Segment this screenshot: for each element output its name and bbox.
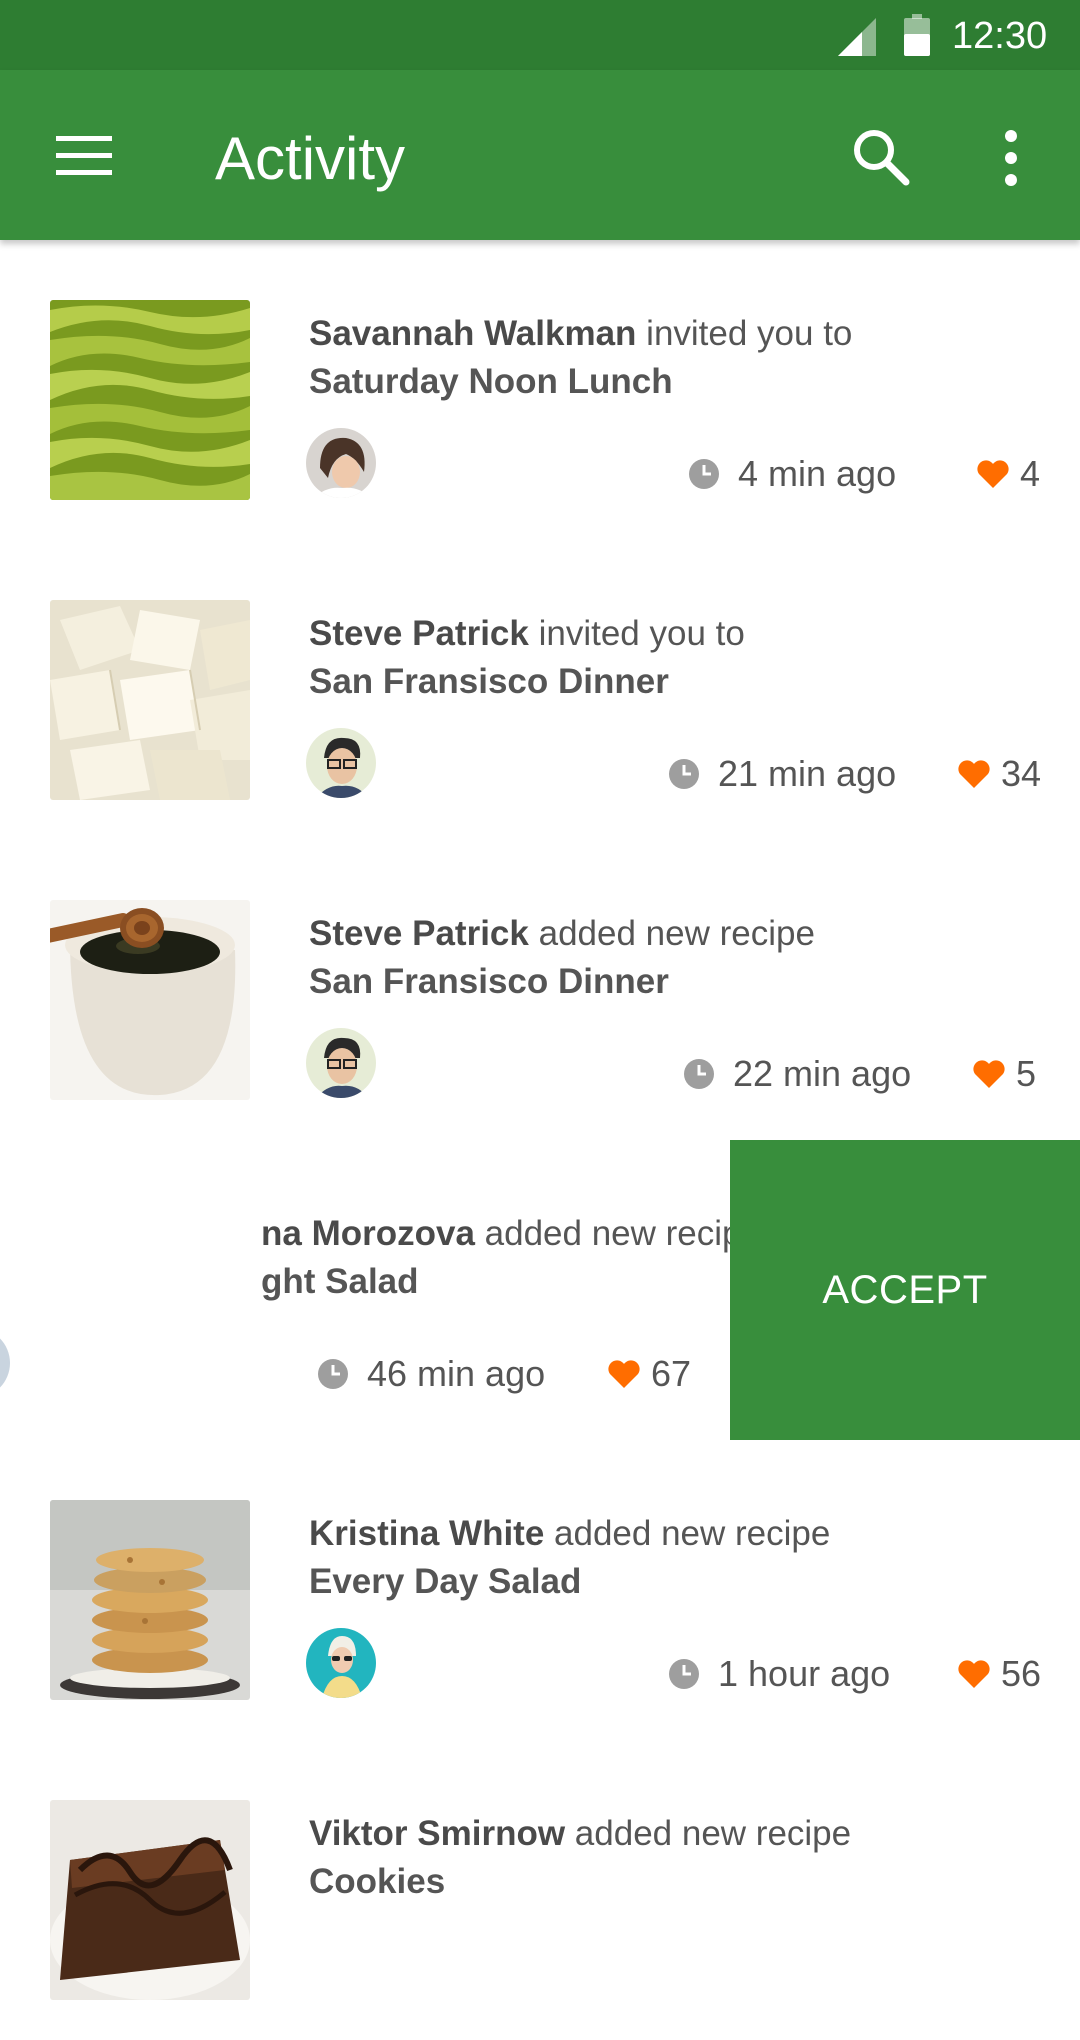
- heart-icon[interactable]: [972, 1059, 1006, 1089]
- time-ago: 1 hour ago: [718, 1653, 891, 1694]
- recipe-thumbnail: [50, 1800, 250, 2000]
- search-icon[interactable]: [852, 128, 910, 186]
- activity-action: added new recipe: [474, 1214, 761, 1253]
- timestamp: 21 min ago: [668, 750, 896, 798]
- user-name[interactable]: Steve Patrick: [309, 914, 529, 953]
- more-vert-icon[interactable]: [994, 128, 1028, 188]
- activity-text: Steve Patrick invited you to: [309, 610, 745, 658]
- user-name[interactable]: Steve Patrick: [309, 614, 529, 653]
- time-ago: 46 min ago: [367, 1353, 546, 1394]
- time-ago: 21 min ago: [718, 753, 897, 794]
- list-item[interactable]: Steve Patrick invited you to San Fransis…: [0, 540, 1080, 842]
- event-title[interactable]: Every Day Salad: [309, 1558, 581, 1606]
- likes[interactable]: 67: [607, 1350, 691, 1398]
- status-bar: 12:30: [0, 0, 1080, 70]
- clock-icon: [669, 759, 699, 789]
- user-name[interactable]: Savannah Walkman: [309, 314, 636, 353]
- recipe-thumbnail: [50, 1500, 250, 1700]
- activity-text: Steve Patrick added new recipe: [309, 910, 815, 958]
- user-name[interactable]: na Morozova: [261, 1214, 475, 1253]
- event-title[interactable]: San Fransisco Dinner: [309, 658, 669, 706]
- likes[interactable]: 34: [957, 750, 1041, 798]
- heart-icon[interactable]: [607, 1359, 641, 1389]
- heart-icon[interactable]: [957, 1659, 991, 1689]
- avatar[interactable]: [0, 1328, 10, 1398]
- status-time: 12:30: [952, 15, 1048, 57]
- like-count: 34: [1001, 753, 1042, 794]
- activity-action: added new recipe: [528, 914, 815, 953]
- avatar[interactable]: [306, 728, 376, 798]
- likes[interactable]: 5: [972, 1050, 1036, 1098]
- like-count: 56: [1001, 1653, 1042, 1694]
- list-item[interactable]: Savannah Walkman invited you to Saturday…: [0, 240, 1080, 542]
- likes[interactable]: 56: [957, 1650, 1041, 1698]
- heart-icon[interactable]: [976, 459, 1010, 489]
- user-name[interactable]: Kristina White: [309, 1514, 544, 1553]
- time-ago: 4 min ago: [738, 453, 897, 494]
- event-title[interactable]: Saturday Noon Lunch: [309, 358, 673, 406]
- time-ago: 22 min ago: [733, 1053, 912, 1094]
- list-item[interactable]: Kristina White added new recipe Every Da…: [0, 1440, 1080, 1742]
- accept-button[interactable]: ACCEPT: [730, 1140, 1080, 1440]
- likes[interactable]: 4: [976, 450, 1040, 498]
- list-item-swiped[interactable]: na Morozova added new recipe ght Salad 4…: [0, 1140, 1080, 1442]
- event-title[interactable]: Cookies: [309, 1858, 445, 1906]
- recipe-thumbnail: [50, 300, 250, 500]
- timestamp: 1 hour ago: [668, 1650, 890, 1698]
- activity-list: Savannah Walkman invited you to Saturday…: [0, 240, 1080, 2040]
- clock-icon: [689, 459, 719, 489]
- event-title[interactable]: ght Salad: [261, 1258, 419, 1306]
- avatar[interactable]: [306, 1028, 376, 1098]
- list-item[interactable]: Steve Patrick added new recipe San Frans…: [0, 840, 1080, 1142]
- clock-icon: [684, 1059, 714, 1089]
- activity-action: added new recipe: [565, 1814, 852, 1853]
- page-title: Activity: [215, 125, 406, 192]
- clock-icon: [669, 1659, 699, 1689]
- activity-text: na Morozova added new recipe: [0, 1210, 761, 1258]
- menu-icon[interactable]: [56, 136, 112, 176]
- activity-text: Savannah Walkman invited you to: [309, 310, 852, 358]
- app-bar: Activity: [0, 70, 1080, 240]
- timestamp: 4 min ago: [688, 450, 896, 498]
- timestamp: 22 min ago: [683, 1050, 911, 1098]
- clock-icon: [318, 1359, 348, 1389]
- avatar[interactable]: [306, 428, 376, 498]
- signal-icon: [838, 18, 876, 56]
- list-item[interactable]: Viktor Smirnow added new recipe Cookies: [0, 1740, 1080, 2040]
- recipe-thumbnail: [50, 900, 250, 1100]
- activity-action: added new recipe: [544, 1514, 831, 1553]
- like-count: 4: [1020, 453, 1041, 494]
- battery-icon: [904, 14, 930, 56]
- avatar[interactable]: [306, 1628, 376, 1698]
- like-count: 67: [651, 1353, 692, 1394]
- event-title[interactable]: San Fransisco Dinner: [309, 958, 669, 1006]
- heart-icon[interactable]: [957, 759, 991, 789]
- activity-text: Viktor Smirnow added new recipe: [309, 1810, 851, 1858]
- activity-action: invited you to: [636, 314, 853, 353]
- like-count: 5: [1016, 1053, 1037, 1094]
- activity-action: invited you to: [528, 614, 745, 653]
- activity-text: Kristina White added new recipe: [309, 1510, 830, 1558]
- user-name[interactable]: Viktor Smirnow: [309, 1814, 565, 1853]
- recipe-thumbnail: [50, 600, 250, 800]
- timestamp: 46 min ago: [317, 1350, 545, 1398]
